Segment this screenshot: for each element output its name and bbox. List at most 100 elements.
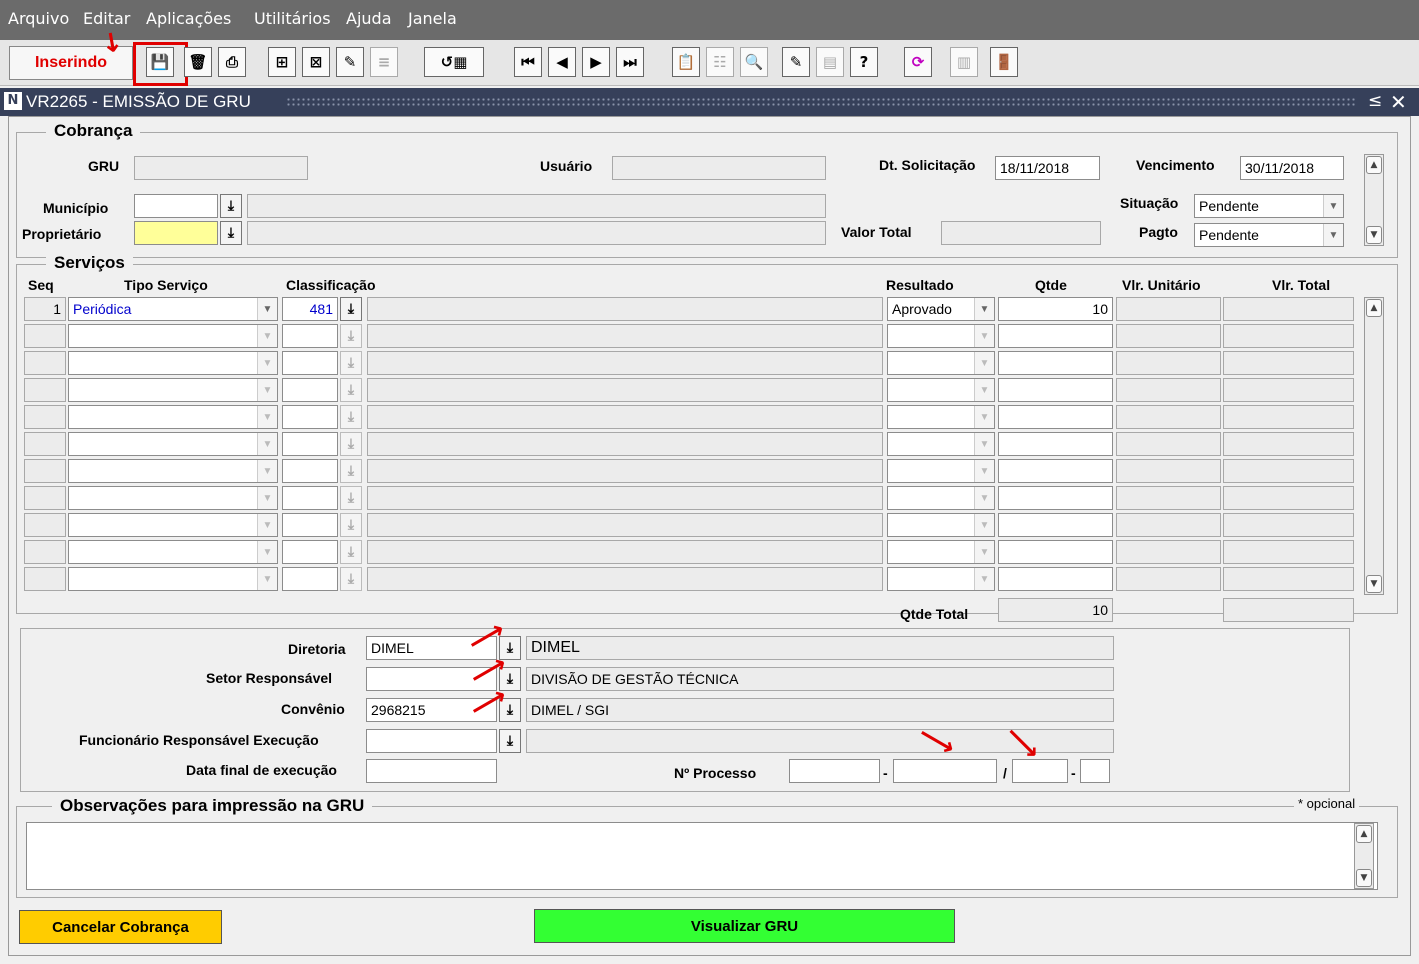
classificacao-field[interactable] [282, 540, 338, 564]
qtde-field[interactable] [998, 351, 1113, 375]
resultado-select[interactable]: ▼ [887, 459, 995, 483]
last-record-icon[interactable]: ⏭ [616, 47, 644, 77]
close-icon[interactable]: ✕ [1390, 90, 1407, 114]
classificacao-lov-icon[interactable]: ⤓ [340, 432, 362, 456]
qtde-field[interactable] [998, 459, 1113, 483]
servicos-scrollbar[interactable]: ▲ ▼ [1364, 297, 1384, 595]
scroll-up-icon[interactable]: ▲ [1366, 299, 1382, 317]
classificacao-lov-icon[interactable]: ⤓ [340, 324, 362, 348]
observacoes-textarea[interactable] [26, 822, 1378, 890]
list-values-icon[interactable]: ☷ [706, 47, 734, 77]
tipo-servico-select[interactable]: ▼ [68, 513, 278, 537]
scroll-down-icon[interactable]: ▼ [1366, 226, 1382, 244]
resultado-select[interactable]: ▼ [887, 405, 995, 429]
qtde-field[interactable] [998, 324, 1113, 348]
cobranca-scrollbar[interactable]: ▲ ▼ [1364, 154, 1384, 246]
classificacao-field[interactable] [282, 459, 338, 483]
menu-ajuda[interactable]: Ajuda [346, 9, 392, 28]
municipio-code-field[interactable] [134, 194, 218, 218]
gru-field[interactable] [134, 156, 308, 180]
municipio-lov-icon[interactable]: ⤓ [220, 194, 242, 218]
visualizar-gru-button[interactable]: Visualizar GRU [534, 909, 955, 943]
classificacao-lov-icon[interactable]: ⤓ [340, 459, 362, 483]
delete-record-icon[interactable]: ⊠ [302, 47, 330, 77]
tipo-servico-select[interactable]: ▼ [68, 324, 278, 348]
classificacao-field[interactable] [282, 324, 338, 348]
tipo-servico-select[interactable]: Periódica ▼ [68, 297, 278, 321]
resultado-select[interactable]: Aprovado ▼ [887, 297, 995, 321]
qtde-field[interactable] [998, 567, 1113, 591]
resultado-select[interactable]: ▼ [887, 324, 995, 348]
resultado-select[interactable]: ▼ [887, 432, 995, 456]
tipo-servico-select[interactable]: ▼ [68, 567, 278, 591]
funcionario-lov-icon[interactable]: ⤓ [499, 729, 521, 753]
vencimento-field[interactable]: 30/11/2018 [1240, 156, 1344, 180]
classificacao-field[interactable] [282, 432, 338, 456]
save-icon[interactable]: 💾 [146, 47, 174, 77]
help-icon[interactable]: ? [850, 47, 878, 77]
classificacao-field[interactable] [282, 486, 338, 510]
tipo-servico-select[interactable]: ▼ [68, 540, 278, 564]
scroll-up-icon[interactable]: ▲ [1366, 156, 1382, 174]
qtde-field[interactable] [998, 540, 1113, 564]
tipo-servico-select[interactable]: ▼ [68, 459, 278, 483]
print-icon[interactable]: ⎙ [218, 47, 246, 77]
qtde-field[interactable] [998, 486, 1113, 510]
first-record-icon[interactable]: ⏮ [514, 47, 542, 77]
edit-icon[interactable]: ✎ [782, 47, 810, 77]
funcionario-code-field[interactable] [366, 729, 497, 753]
menu-utilitarios[interactable]: Utilitários [254, 9, 331, 28]
classificacao-lov-icon[interactable]: ⤓ [340, 513, 362, 537]
attach-icon[interactable]: ▤ [816, 47, 844, 77]
menu-editar[interactable]: Editar [83, 9, 130, 28]
previous-record-icon[interactable]: ◀ [548, 47, 576, 77]
proprietario-code-field[interactable] [134, 221, 218, 245]
resultado-select[interactable]: ▼ [887, 486, 995, 510]
qtde-field[interactable] [998, 405, 1113, 429]
clear-record-icon[interactable]: ≡ [370, 47, 398, 77]
clipboard-icon[interactable]: 📋 [672, 47, 700, 77]
tipo-servico-select[interactable]: ▼ [68, 432, 278, 456]
proprietario-lov-icon[interactable]: ⤓ [220, 221, 242, 245]
dt-solicitacao-field[interactable]: 18/11/2018 [995, 156, 1100, 180]
tipo-servico-select[interactable]: ▼ [68, 405, 278, 429]
processo-part4-field[interactable] [1080, 759, 1110, 783]
resultado-select[interactable]: ▼ [887, 513, 995, 537]
classificacao-field[interactable] [282, 405, 338, 429]
tipo-servico-select[interactable]: ▼ [68, 378, 278, 402]
classificacao-lov-icon[interactable]: ⤓ [340, 405, 362, 429]
qtde-field[interactable] [998, 513, 1113, 537]
classificacao-lov-icon[interactable]: ⤓ [340, 378, 362, 402]
data-final-field[interactable] [366, 759, 497, 783]
observacoes-scrollbar[interactable]: ▲ ▼ [1354, 823, 1374, 889]
search-icon[interactable]: 🔍 [740, 47, 768, 77]
pagto-select[interactable]: Pendente ▼ [1194, 223, 1344, 247]
classificacao-field[interactable] [282, 513, 338, 537]
cancelar-cobranca-button[interactable]: Cancelar Cobrança [19, 910, 222, 944]
classificacao-lov-icon[interactable]: ⤓ [340, 297, 362, 321]
scroll-down-icon[interactable]: ▼ [1356, 869, 1372, 887]
delete-icon[interactable]: 🗑 [184, 47, 212, 77]
duplicate-record-icon[interactable]: ✎ [336, 47, 364, 77]
resultado-select[interactable]: ▼ [887, 567, 995, 591]
resultado-select[interactable]: ▼ [887, 540, 995, 564]
resultado-select[interactable]: ▼ [887, 351, 995, 375]
scroll-down-icon[interactable]: ▼ [1366, 575, 1382, 593]
tipo-servico-select[interactable]: ▼ [68, 351, 278, 375]
menu-janela[interactable]: Janela [408, 9, 457, 28]
classificacao-lov-icon[interactable]: ⤓ [340, 567, 362, 591]
menu-arquivo[interactable]: Arquivo [8, 9, 69, 28]
window-list-icon[interactable]: ▥ [950, 47, 978, 77]
minimize-icon[interactable]: ≤ [1368, 91, 1382, 111]
tipo-servico-select[interactable]: ▼ [68, 486, 278, 510]
refresh-icon[interactable]: ⟳ [904, 47, 932, 77]
classificacao-lov-icon[interactable]: ⤓ [340, 486, 362, 510]
menu-aplicacoes[interactable]: Aplicações [146, 9, 231, 28]
classificacao-lov-icon[interactable]: ⤓ [340, 540, 362, 564]
exit-icon[interactable]: 🚪 [990, 47, 1018, 77]
qtde-field[interactable] [998, 378, 1113, 402]
next-record-icon[interactable]: ▶ [582, 47, 610, 77]
scroll-up-icon[interactable]: ▲ [1356, 825, 1372, 843]
resultado-select[interactable]: ▼ [887, 378, 995, 402]
processo-part1-field[interactable] [789, 759, 880, 783]
